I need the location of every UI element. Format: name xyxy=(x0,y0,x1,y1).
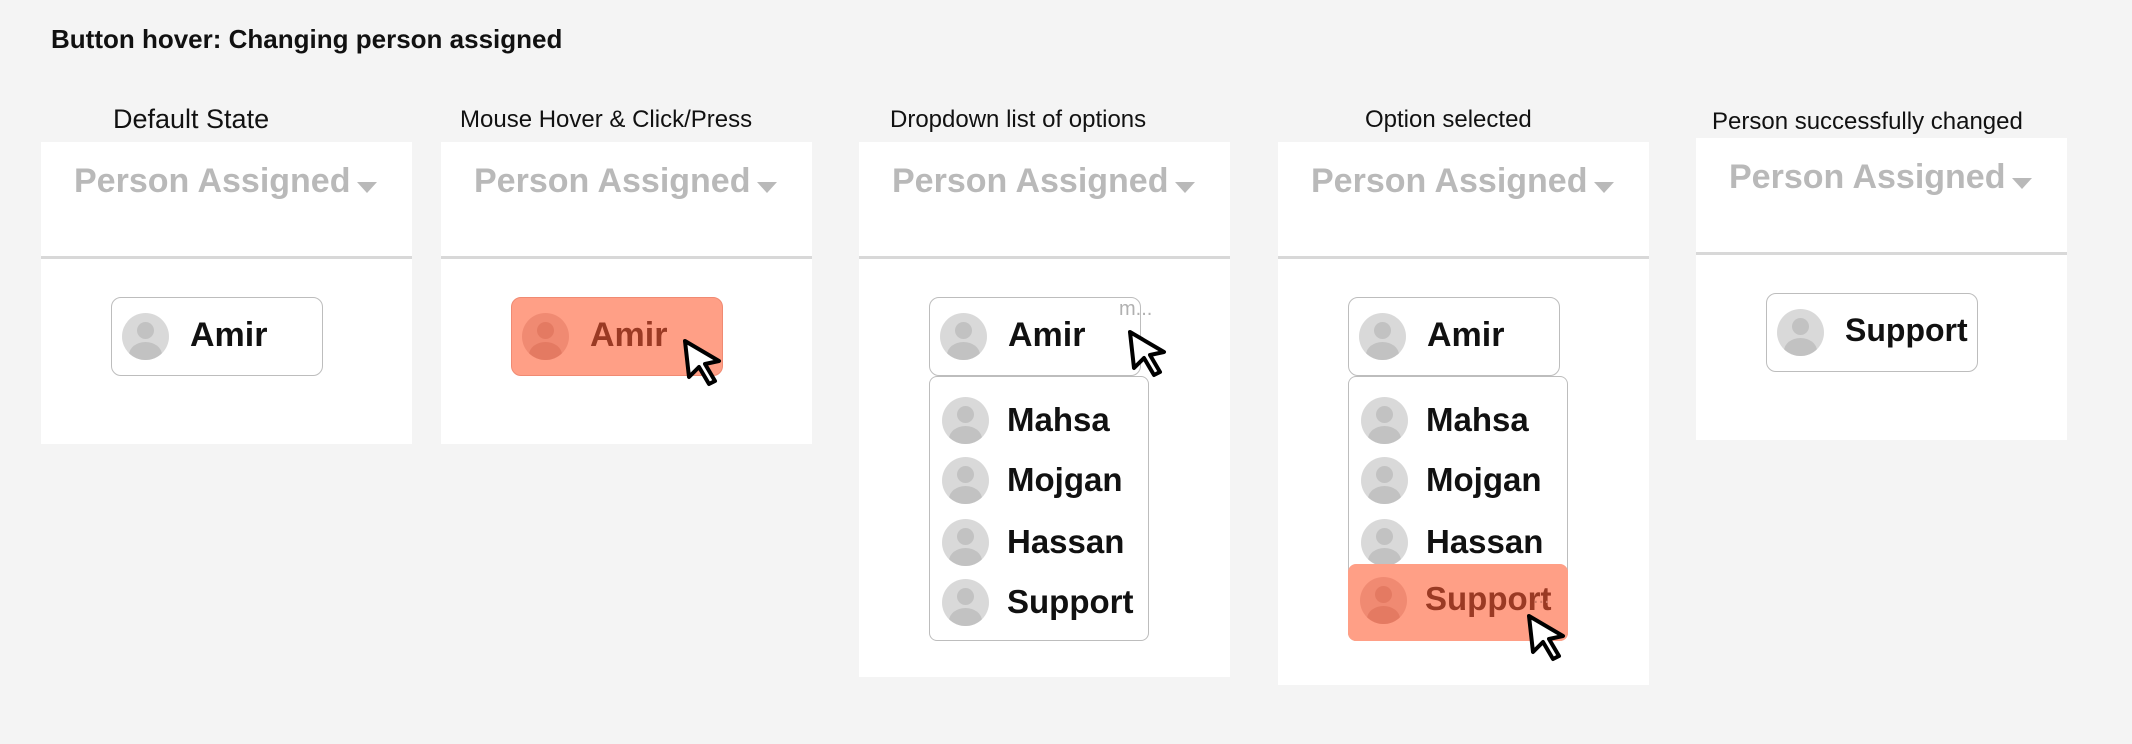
column-header: Person Assigned xyxy=(441,142,812,259)
option-label: Mojgan xyxy=(1426,461,1542,498)
state-panel-hover: Person Assigned Amir xyxy=(441,142,812,444)
state-label-dropdown: Dropdown list of options xyxy=(890,106,1147,133)
person-assigned-button[interactable]: Amir xyxy=(111,297,323,376)
column-header-label: Person Assigned xyxy=(892,162,1169,200)
page-title: Button hover: Changing person assigned xyxy=(51,24,563,54)
column-header-label: Person Assigned xyxy=(1729,158,2006,196)
option-item-mahsa[interactable]: Mahsa xyxy=(1349,391,1567,451)
person-assigned-button[interactable]: Amir xyxy=(1348,297,1560,376)
caret-down-icon[interactable] xyxy=(2012,178,2032,189)
avatar-icon xyxy=(1360,577,1407,624)
person-assigned-button[interactable]: Amir xyxy=(929,297,1141,376)
avatar-icon xyxy=(122,313,169,360)
option-item-mojgan[interactable]: Mojgan xyxy=(930,451,1148,511)
avatar-icon xyxy=(1361,519,1408,566)
caret-down-icon[interactable] xyxy=(1594,182,1614,193)
option-label: Mojgan xyxy=(1007,461,1123,498)
caret-down-icon[interactable] xyxy=(1175,182,1195,193)
column-header: Person Assigned xyxy=(1278,142,1649,259)
column-header: Person Assigned xyxy=(859,142,1230,259)
avatar-icon xyxy=(942,397,989,444)
cursor-arrow-icon xyxy=(683,339,721,386)
column-header: Person Assigned xyxy=(1696,138,2067,255)
avatar-icon xyxy=(1777,309,1824,356)
state-panel-default: Person Assigned Amir xyxy=(41,142,412,444)
avatar-icon xyxy=(942,519,989,566)
avatar-icon xyxy=(1361,457,1408,504)
person-name: Amir xyxy=(190,316,268,354)
option-item-hassan[interactable]: Hassan xyxy=(930,513,1148,573)
avatar-icon xyxy=(942,579,989,626)
person-name: Support xyxy=(1845,312,1968,348)
option-item-mahsa[interactable]: Mahsa xyxy=(930,391,1148,451)
option-label: Mahsa xyxy=(1007,401,1110,438)
option-label: Mahsa xyxy=(1426,401,1529,438)
avatar-icon xyxy=(1361,397,1408,444)
avatar-icon xyxy=(522,313,569,360)
person-name: Amir xyxy=(590,316,668,354)
avatar-icon xyxy=(1359,313,1406,360)
options-dropdown: Mahsa Mojgan Hassan Support ... xyxy=(1348,376,1568,641)
state-label-hover: Mouse Hover & Click/Press xyxy=(460,106,753,133)
state-panel-selected: Person Assigned Amir Mahsa Mojgan Hassan… xyxy=(1278,142,1649,685)
column-header-label: Person Assigned xyxy=(74,162,351,200)
caret-down-icon[interactable] xyxy=(757,182,777,193)
column-header-label: Person Assigned xyxy=(1311,162,1588,200)
state-panel-changed: Person Assigned Support xyxy=(1696,138,2067,440)
cursor-arrow-icon xyxy=(1527,614,1565,661)
avatar-icon xyxy=(940,313,987,360)
caret-down-icon[interactable] xyxy=(357,182,377,193)
option-item-support[interactable]: Support xyxy=(930,573,1148,633)
state-panel-dropdown: Person Assigned Amir m... Mahsa Mojgan H… xyxy=(859,142,1230,677)
state-label-changed: Person successfully changed xyxy=(1712,108,2023,135)
cursor-arrow-icon xyxy=(1128,330,1166,377)
person-assigned-button[interactable]: Support xyxy=(1766,293,1978,372)
truncated-hint: m... xyxy=(1119,298,1153,320)
option-item-mojgan[interactable]: Mojgan xyxy=(1349,451,1567,511)
column-header: Person Assigned xyxy=(41,142,412,259)
option-label: Hassan xyxy=(1007,523,1125,560)
truncated-hint: ... xyxy=(1533,586,1550,608)
option-label: Hassan xyxy=(1426,523,1544,560)
options-dropdown: Mahsa Mojgan Hassan Support xyxy=(929,376,1149,641)
state-label-default: Default State xyxy=(113,104,270,134)
column-header-label: Person Assigned xyxy=(474,162,751,200)
person-name: Amir xyxy=(1008,316,1086,354)
option-label: Support xyxy=(1007,583,1134,620)
person-name: Amir xyxy=(1427,316,1505,354)
avatar-icon xyxy=(942,457,989,504)
state-label-selected: Option selected xyxy=(1365,106,1532,133)
